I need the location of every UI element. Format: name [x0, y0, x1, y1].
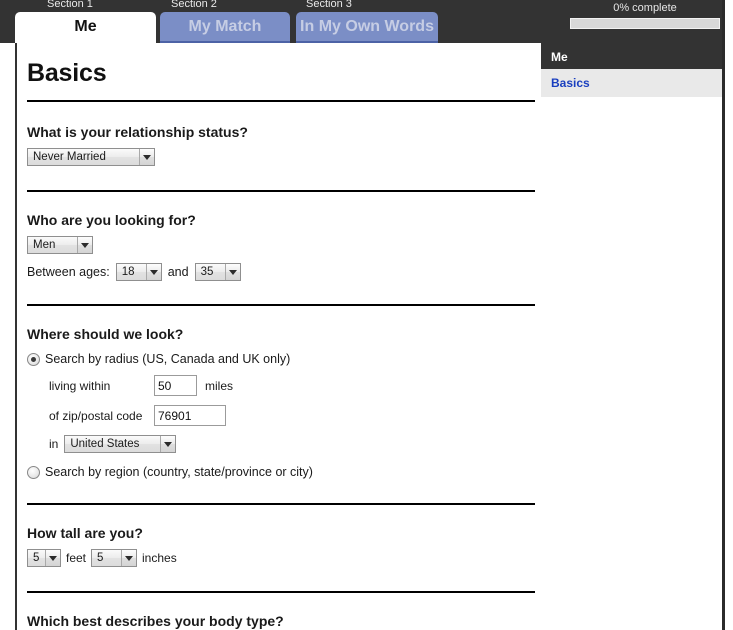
progress-label: 0% complete [613, 2, 677, 14]
divider-3 [27, 503, 535, 505]
divider-1 [27, 190, 535, 192]
age-max-value: 35 [200, 266, 214, 278]
question-title-looking-for: Who are you looking for? [27, 212, 196, 228]
label-search-by-region: Search by region (country, state/provinc… [45, 465, 313, 479]
chevron-down-icon [160, 436, 176, 452]
page-root: Section 1 Section 2 Section 3 Me My Matc… [0, 0, 733, 630]
question-height: How tall are you? 5 feet 5 inches [27, 525, 540, 567]
progress-indicator: 0% complete [570, 2, 720, 29]
label-feet-unit: feet [66, 551, 87, 565]
question-title-relationship-status: What is your relationship status? [27, 124, 248, 140]
country-select[interactable]: United States [64, 435, 177, 453]
chevron-down-icon [224, 264, 240, 280]
height-feet-value: 5 [33, 552, 40, 564]
label-inches-unit: inches [142, 551, 177, 565]
title-divider [27, 100, 535, 102]
label-zip-code: of zip/postal code [49, 408, 143, 423]
section-label-3: Section 3 [306, 0, 352, 10]
question-looking-for: Who are you looking for? Men Between age… [27, 212, 540, 281]
chevron-down-icon [145, 264, 161, 280]
zip-code-input[interactable] [154, 405, 226, 426]
progress-bar-track [570, 18, 720, 29]
question-relationship-status: What is your relationship status? Never … [27, 124, 540, 166]
right-sidebar: Me Basics [541, 45, 722, 97]
height-inches-value: 5 [97, 552, 104, 564]
relationship-status-select[interactable]: Never Married [27, 148, 155, 166]
question-title-body-type: Which best describes your body type? [27, 613, 284, 629]
divider-4 [27, 591, 535, 593]
chevron-down-icon [77, 237, 92, 253]
tab-my-match[interactable]: My Match [160, 12, 290, 43]
looking-for-gender-value: Men [33, 239, 56, 251]
looking-for-gender-select[interactable]: Men [27, 236, 93, 254]
country-select-value: United States [70, 438, 140, 450]
miles-input[interactable] [154, 375, 197, 396]
label-country-in: in [49, 437, 59, 451]
radio-search-by-region[interactable] [27, 465, 40, 479]
age-min-select[interactable]: 18 [115, 263, 162, 281]
divider-2 [27, 304, 535, 306]
question-title-height: How tall are you? [27, 525, 143, 541]
window-right-margin [725, 0, 733, 630]
question-title-where-look: Where should we look? [27, 326, 184, 342]
top-header-bar: Section 1 Section 2 Section 3 Me My Matc… [0, 0, 733, 43]
age-min-value: 18 [121, 266, 135, 278]
section-label-2: Section 2 [171, 0, 217, 10]
chevron-down-icon [121, 550, 137, 566]
question-body-type: Which best describes your body type? [27, 613, 540, 630]
main-content: Basics What is your relationship status?… [15, 43, 540, 630]
height-inches-select[interactable]: 5 [91, 549, 138, 567]
section-label-1: Section 1 [47, 0, 93, 10]
radio-search-by-radius[interactable] [27, 352, 40, 366]
height-feet-select[interactable]: 5 [27, 549, 61, 567]
chevron-down-icon [45, 550, 60, 566]
label-living-within: living within [49, 378, 111, 393]
chevron-down-icon [139, 149, 154, 165]
label-miles-unit: miles [205, 378, 234, 393]
page-title: Basics [27, 59, 107, 87]
sidebar-item-basics[interactable]: Basics [541, 69, 722, 97]
age-range-and-label: and [167, 265, 189, 279]
tab-me[interactable]: Me [15, 12, 156, 43]
age-max-select[interactable]: 35 [194, 263, 241, 281]
question-where-look: Where should we look? Search by radius (… [27, 326, 540, 479]
sidebar-header-me: Me [541, 45, 722, 69]
tab-in-my-own-words[interactable]: In My Own Words [296, 12, 438, 43]
age-range-label: Between ages: [27, 265, 110, 279]
label-search-by-radius: Search by radius (US, Canada and UK only… [45, 352, 291, 366]
relationship-status-select-value: Never Married [33, 151, 106, 163]
